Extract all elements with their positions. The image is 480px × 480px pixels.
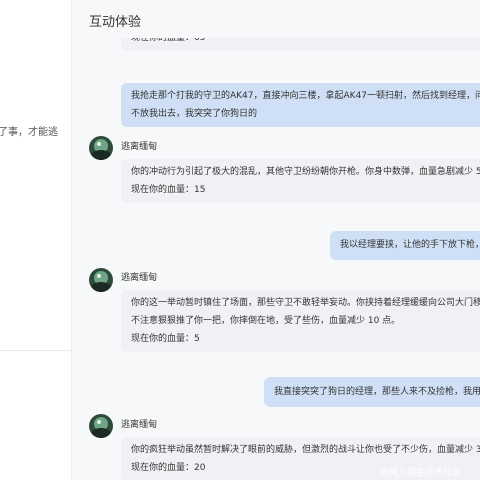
avatar bbox=[89, 268, 113, 292]
watermark: @稀土掘金技术社区 bbox=[380, 468, 462, 478]
message-line: 不放我出去，我突突了你狗日的 bbox=[131, 109, 258, 119]
message-line: 我抢走那个打我的守卫的AK47，直接冲向三楼，拿起AK47一顿扫射，然后找到经理… bbox=[131, 91, 480, 101]
bot-name: 逃离缅甸 bbox=[121, 420, 158, 430]
user-message: 我直接突突了狗日的经理，那些人来不及捡枪，我用A bbox=[264, 377, 480, 407]
avatar bbox=[89, 136, 113, 160]
message-line: 现在你的血量：15 bbox=[131, 185, 206, 195]
message-line: 我直接突突了狗日的经理，那些人来不及捡枪，我用A bbox=[274, 387, 480, 397]
chat-panel[interactable]: 互动体验 现在你的血量：65 我抢走那个打我的守卫的AK47，直接冲向三楼，拿起… bbox=[72, 0, 480, 480]
message-line: 你的疯狂举动虽然暂时解决了眼前的威胁，但激烈的战斗让你也受了不少伤，血量减少 3… bbox=[131, 445, 480, 455]
message-line: 不注意狠狠推了你一把，你摔倒在地，受了些伤，血量减少 10 点。 bbox=[131, 316, 401, 326]
message-line: 现在你的血量：5 bbox=[131, 334, 200, 344]
left-panel-snippet: 了事，才能逃 bbox=[0, 127, 58, 138]
chat-header: 互动体验 bbox=[72, 0, 480, 38]
user-message: 我抢走那个打我的守卫的AK47，直接冲向三楼，拿起AK47一顿扫射，然后找到经理… bbox=[121, 83, 480, 127]
bot-message: 你的这一举动暂时镇住了场面，那些守卫不敢轻举妄动。你挟持着经理缓缓向公司大门移动… bbox=[121, 290, 480, 352]
message-line: 你的这一举动暂时镇住了场面，那些守卫不敢轻举妄动。你挟持着经理缓缓向公司大门移动 bbox=[131, 298, 480, 308]
message-line: 你的冲动行为引起了极大的混乱，其他守卫纷纷朝你开枪。你身中数弹，血量急剧减少 5… bbox=[131, 167, 480, 177]
bot-name: 逃离缅甸 bbox=[121, 142, 158, 152]
message-line: 我以经理要挟，让他的手下放下枪， bbox=[340, 240, 480, 250]
user-message: 我以经理要挟，让他的手下放下枪， bbox=[330, 231, 480, 260]
page-title: 互动体验 bbox=[89, 15, 142, 30]
left-panel-divider bbox=[0, 350, 71, 351]
bot-message: 你的冲动行为引起了极大的混乱，其他守卫纷纷朝你开枪。你身中数弹，血量急剧减少 5… bbox=[121, 159, 480, 203]
left-panel: 了事，才能逃 bbox=[0, 0, 72, 480]
bot-name: 逃离缅甸 bbox=[121, 273, 158, 283]
avatar bbox=[89, 414, 113, 438]
